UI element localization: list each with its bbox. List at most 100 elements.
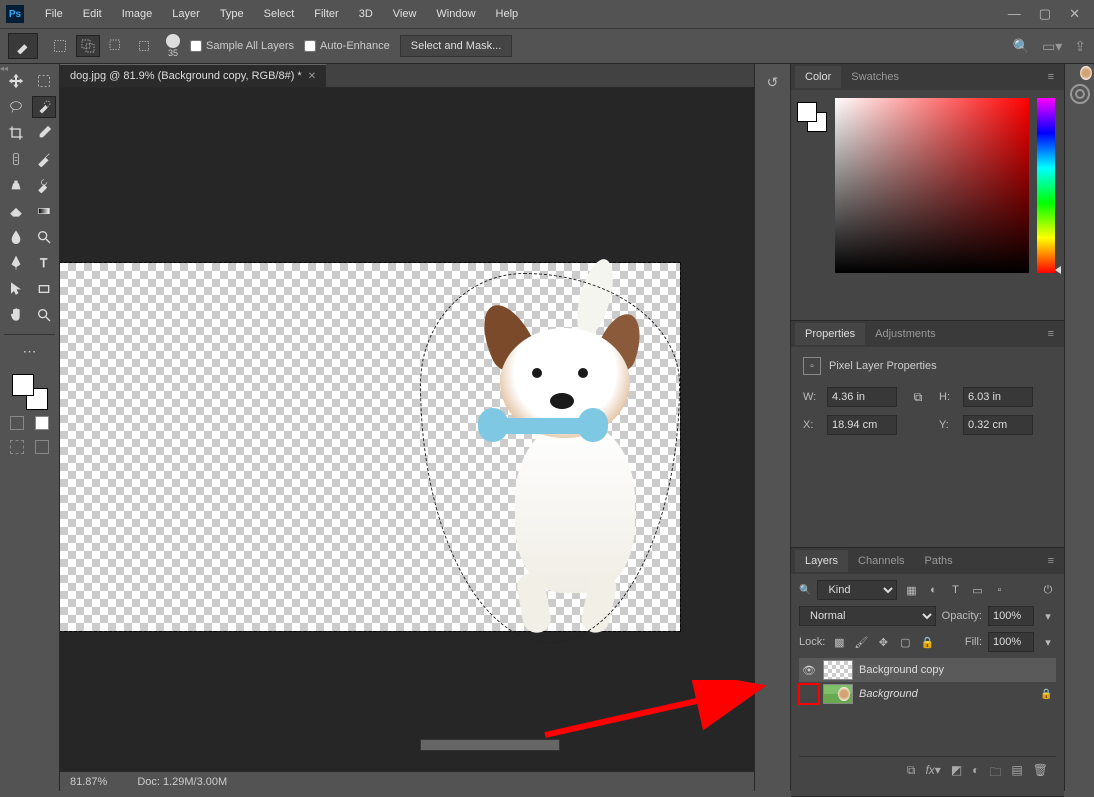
paths-tab[interactable]: Paths: [915, 550, 963, 572]
lock-image-icon[interactable]: 🖌: [853, 634, 869, 650]
layer-visibility-toggle[interactable]: [801, 686, 817, 702]
menu-file[interactable]: File: [36, 4, 72, 24]
adjustment-layer-icon[interactable]: ◐: [972, 763, 979, 784]
lock-artboard-icon[interactable]: ▢: [897, 634, 913, 650]
zoom-level[interactable]: 81.87%: [70, 776, 107, 788]
collapse-right-strip-icon[interactable]: ◂◂: [0, 64, 10, 76]
adjustments-tab[interactable]: Adjustments: [865, 323, 946, 345]
screen-mode-icon[interactable]: [35, 440, 49, 454]
brush-size-picker[interactable]: 35: [166, 34, 180, 58]
layers-panel-menu-icon[interactable]: ≡: [1042, 555, 1060, 567]
lock-all-icon[interactable]: 🔒: [919, 634, 935, 650]
workspace-switcher-icon[interactable]: ▭▾: [1042, 38, 1062, 55]
layer-name[interactable]: Background: [859, 688, 1034, 700]
crop-tool[interactable]: [4, 122, 28, 144]
select-and-mask-button[interactable]: Select and Mask...: [400, 35, 513, 57]
history-panel-icon[interactable]: ↺: [763, 72, 783, 92]
history-brush-tool[interactable]: [32, 174, 56, 196]
delete-layer-icon[interactable]: 🗑: [1033, 763, 1048, 784]
layer-visibility-toggle[interactable]: 👁: [801, 662, 817, 678]
filter-smart-icon[interactable]: ▫: [991, 582, 1007, 598]
zoom-tool[interactable]: [32, 304, 56, 326]
lasso-tool[interactable]: [4, 96, 28, 118]
artboard-tool[interactable]: [32, 70, 56, 92]
add-selection-icon[interactable]: [76, 35, 100, 57]
filter-toggle-icon[interactable]: ⏻: [1040, 582, 1056, 598]
new-selection-icon[interactable]: [48, 35, 72, 57]
quick-mask-icon[interactable]: [10, 440, 24, 454]
x-input[interactable]: [827, 415, 897, 435]
close-tab-icon[interactable]: ✕: [308, 71, 316, 82]
auto-enhance-checkbox[interactable]: Auto-Enhance: [304, 40, 390, 52]
canvas-viewport[interactable]: [60, 88, 754, 771]
y-input[interactable]: [963, 415, 1033, 435]
hand-tool[interactable]: [4, 304, 28, 326]
cc-libraries-icon[interactable]: [1070, 84, 1090, 104]
color-fgbg-swatch[interactable]: [797, 102, 827, 132]
layer-thumbnail[interactable]: [823, 684, 853, 704]
menu-view[interactable]: View: [384, 4, 426, 24]
search-icon[interactable]: 🔍: [1013, 38, 1030, 55]
filter-shape-icon[interactable]: ▭: [969, 582, 985, 598]
path-selection-tool[interactable]: [4, 278, 28, 300]
fill-input[interactable]: [988, 632, 1034, 652]
gradient-tool[interactable]: [32, 200, 56, 222]
lock-position-icon[interactable]: ✥: [875, 634, 891, 650]
properties-panel-menu-icon[interactable]: ≡: [1042, 328, 1060, 340]
swap-colors-icon[interactable]: [35, 416, 49, 430]
intersect-selection-icon[interactable]: [132, 35, 156, 57]
menu-3d[interactable]: 3D: [350, 4, 382, 24]
menu-layer[interactable]: Layer: [163, 4, 209, 24]
fill-dropdown-icon[interactable]: ▾: [1040, 634, 1056, 650]
channels-tab[interactable]: Channels: [848, 550, 914, 572]
link-layers-icon[interactable]: ⧉: [907, 763, 916, 784]
layer-mask-icon[interactable]: ◩: [951, 763, 962, 784]
color-field[interactable]: [835, 98, 1029, 273]
filter-adjust-icon[interactable]: ◐: [925, 582, 941, 598]
menu-edit[interactable]: Edit: [74, 4, 111, 24]
dodge-tool[interactable]: [32, 226, 56, 248]
foreground-background-swatch[interactable]: [12, 374, 48, 410]
properties-tab[interactable]: Properties: [795, 323, 865, 345]
window-maximize-button[interactable]: ▢: [1039, 6, 1051, 22]
opacity-dropdown-icon[interactable]: ▾: [1040, 608, 1056, 624]
link-dimensions-icon[interactable]: ⧉: [903, 390, 933, 405]
layer-group-icon[interactable]: 🗀: [989, 763, 1001, 784]
window-minimize-button[interactable]: —: [1008, 6, 1021, 22]
layer-name[interactable]: Background copy: [859, 664, 1054, 676]
edit-toolbar-icon[interactable]: ⋯: [4, 343, 55, 360]
layer-fx-icon[interactable]: fx▾: [925, 763, 940, 784]
blend-mode-select[interactable]: Normal: [799, 606, 936, 626]
filter-type-icon[interactable]: T: [947, 582, 963, 598]
new-layer-icon[interactable]: ▤: [1011, 763, 1022, 784]
layer-filter-kind[interactable]: Kind: [817, 580, 897, 600]
healing-brush-tool[interactable]: [4, 148, 28, 170]
lock-transparent-icon[interactable]: ▩: [831, 634, 847, 650]
color-panel-menu-icon[interactable]: ≡: [1042, 71, 1060, 83]
brush-tool[interactable]: [32, 148, 56, 170]
horizontal-scrollbar[interactable]: [420, 739, 560, 751]
menu-filter[interactable]: Filter: [305, 4, 347, 24]
layer-row[interactable]: 👁 Background copy: [799, 658, 1056, 682]
color-tab[interactable]: Color: [795, 66, 841, 88]
eraser-tool[interactable]: [4, 200, 28, 222]
share-icon[interactable]: ⇪: [1074, 38, 1086, 55]
type-tool[interactable]: T: [32, 252, 56, 274]
menu-image[interactable]: Image: [113, 4, 162, 24]
layer-row[interactable]: Background 🔒: [799, 682, 1056, 706]
menu-select[interactable]: Select: [255, 4, 304, 24]
menu-type[interactable]: Type: [211, 4, 253, 24]
quick-selection-tool[interactable]: [32, 96, 56, 118]
document-tab[interactable]: dog.jpg @ 81.9% (Background copy, RGB/8#…: [60, 64, 326, 87]
sample-all-layers-checkbox[interactable]: Sample All Layers: [190, 40, 294, 52]
opacity-input[interactable]: [988, 606, 1034, 626]
doc-size[interactable]: Doc: 1.29M/3.00M: [137, 776, 227, 788]
current-tool-preset[interactable]: [8, 33, 38, 59]
blur-tool[interactable]: [4, 226, 28, 248]
swatches-tab[interactable]: Swatches: [841, 66, 909, 88]
clone-stamp-tool[interactable]: [4, 174, 28, 196]
filter-pixel-icon[interactable]: ▦: [903, 582, 919, 598]
width-input[interactable]: [827, 387, 897, 407]
default-colors-icon[interactable]: [10, 416, 24, 430]
subtract-selection-icon[interactable]: [104, 35, 128, 57]
